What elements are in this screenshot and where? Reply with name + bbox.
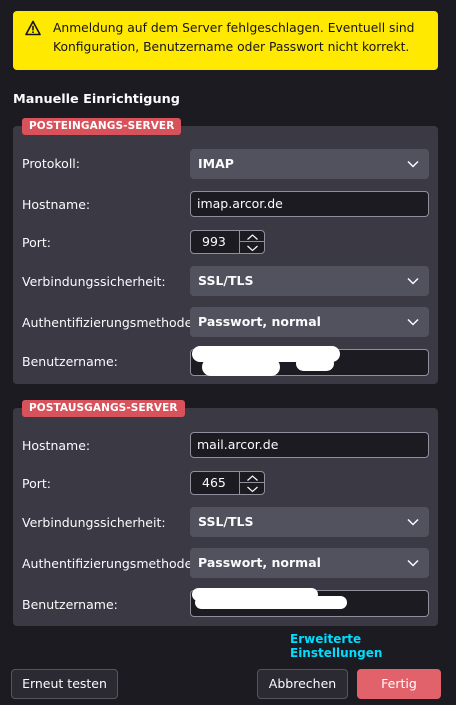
- outgoing-auth-select[interactable]: Passwort, normal: [190, 548, 429, 578]
- chevron-down-icon: [247, 486, 258, 493]
- incoming-security-label: Verbindungssicherheit:: [22, 274, 166, 289]
- stepper-down-button[interactable]: [240, 242, 265, 253]
- chevron-down-icon: [247, 245, 258, 252]
- retest-button[interactable]: Erneut testen: [11, 669, 118, 699]
- incoming-protocol-value: IMAP: [198, 156, 234, 171]
- incoming-security-select[interactable]: SSL/TLS: [190, 266, 429, 296]
- stepper-arrows: [239, 231, 265, 253]
- chevron-down-icon: [407, 518, 419, 526]
- incoming-security-value: SSL/TLS: [198, 273, 254, 288]
- chevron-down-icon: [407, 160, 419, 168]
- stepper-up-button[interactable]: [240, 231, 265, 242]
- outgoing-security-value: SSL/TLS: [198, 514, 254, 529]
- outgoing-security-select[interactable]: SSL/TLS: [190, 507, 429, 537]
- incoming-port-label: Port:: [22, 235, 51, 250]
- chevron-down-icon: [407, 277, 419, 285]
- redaction-mark: [296, 356, 334, 371]
- outgoing-security-label: Verbindungssicherheit:: [22, 515, 166, 530]
- advanced-settings-link[interactable]: Erweiterte Einstellungen: [290, 632, 456, 660]
- outgoing-port-stepper[interactable]: 465: [190, 471, 265, 495]
- incoming-username-label: Benutzername:: [22, 354, 118, 369]
- stepper-arrows: [239, 472, 265, 494]
- incoming-protocol-select[interactable]: IMAP: [190, 149, 429, 179]
- incoming-auth-select[interactable]: Passwort, normal: [190, 307, 429, 337]
- stepper-up-button[interactable]: [240, 472, 265, 483]
- incoming-port-stepper[interactable]: 993: [190, 230, 265, 254]
- done-button[interactable]: Fertig: [357, 669, 441, 699]
- page-title: Manuelle Einrichtigung: [13, 92, 180, 107]
- incoming-hostname-label: Hostname:: [22, 197, 91, 212]
- incoming-auth-label: Authentifizierungsmethode:: [22, 315, 197, 330]
- redaction-mark: [195, 596, 347, 609]
- incoming-port-value: 993: [202, 234, 226, 249]
- login-failed-notice: Anmeldung auf dem Server fehlgeschlagen.…: [13, 11, 438, 70]
- incoming-protocol-label: Protokoll:: [22, 156, 80, 171]
- outgoing-port-label: Port:: [22, 476, 51, 491]
- outgoing-auth-value: Passwort, normal: [198, 555, 321, 570]
- cancel-button[interactable]: Abbrechen: [257, 669, 348, 699]
- incoming-server-badge: POSTEINGANGS-SERVER: [22, 118, 182, 135]
- incoming-hostname-input[interactable]: imap.arcor.de: [190, 191, 429, 217]
- outgoing-auth-label: Authentifizierungsmethode:: [22, 556, 197, 571]
- chevron-down-icon: [407, 318, 419, 326]
- incoming-auth-value: Passwort, normal: [198, 314, 321, 329]
- notice-text: Anmeldung auf dem Server fehlgeschlagen.…: [53, 21, 415, 54]
- warning-icon: [25, 20, 41, 36]
- outgoing-server-badge: POSTAUSGANGS-SERVER: [22, 400, 185, 417]
- outgoing-hostname-label: Hostname:: [22, 438, 91, 453]
- redaction-mark: [202, 358, 280, 376]
- outgoing-port-value: 465: [202, 475, 226, 490]
- chevron-down-icon: [407, 559, 419, 567]
- stepper-down-button[interactable]: [240, 483, 265, 494]
- outgoing-username-label: Benutzername:: [22, 597, 118, 612]
- outgoing-hostname-input[interactable]: mail.arcor.de: [190, 432, 429, 458]
